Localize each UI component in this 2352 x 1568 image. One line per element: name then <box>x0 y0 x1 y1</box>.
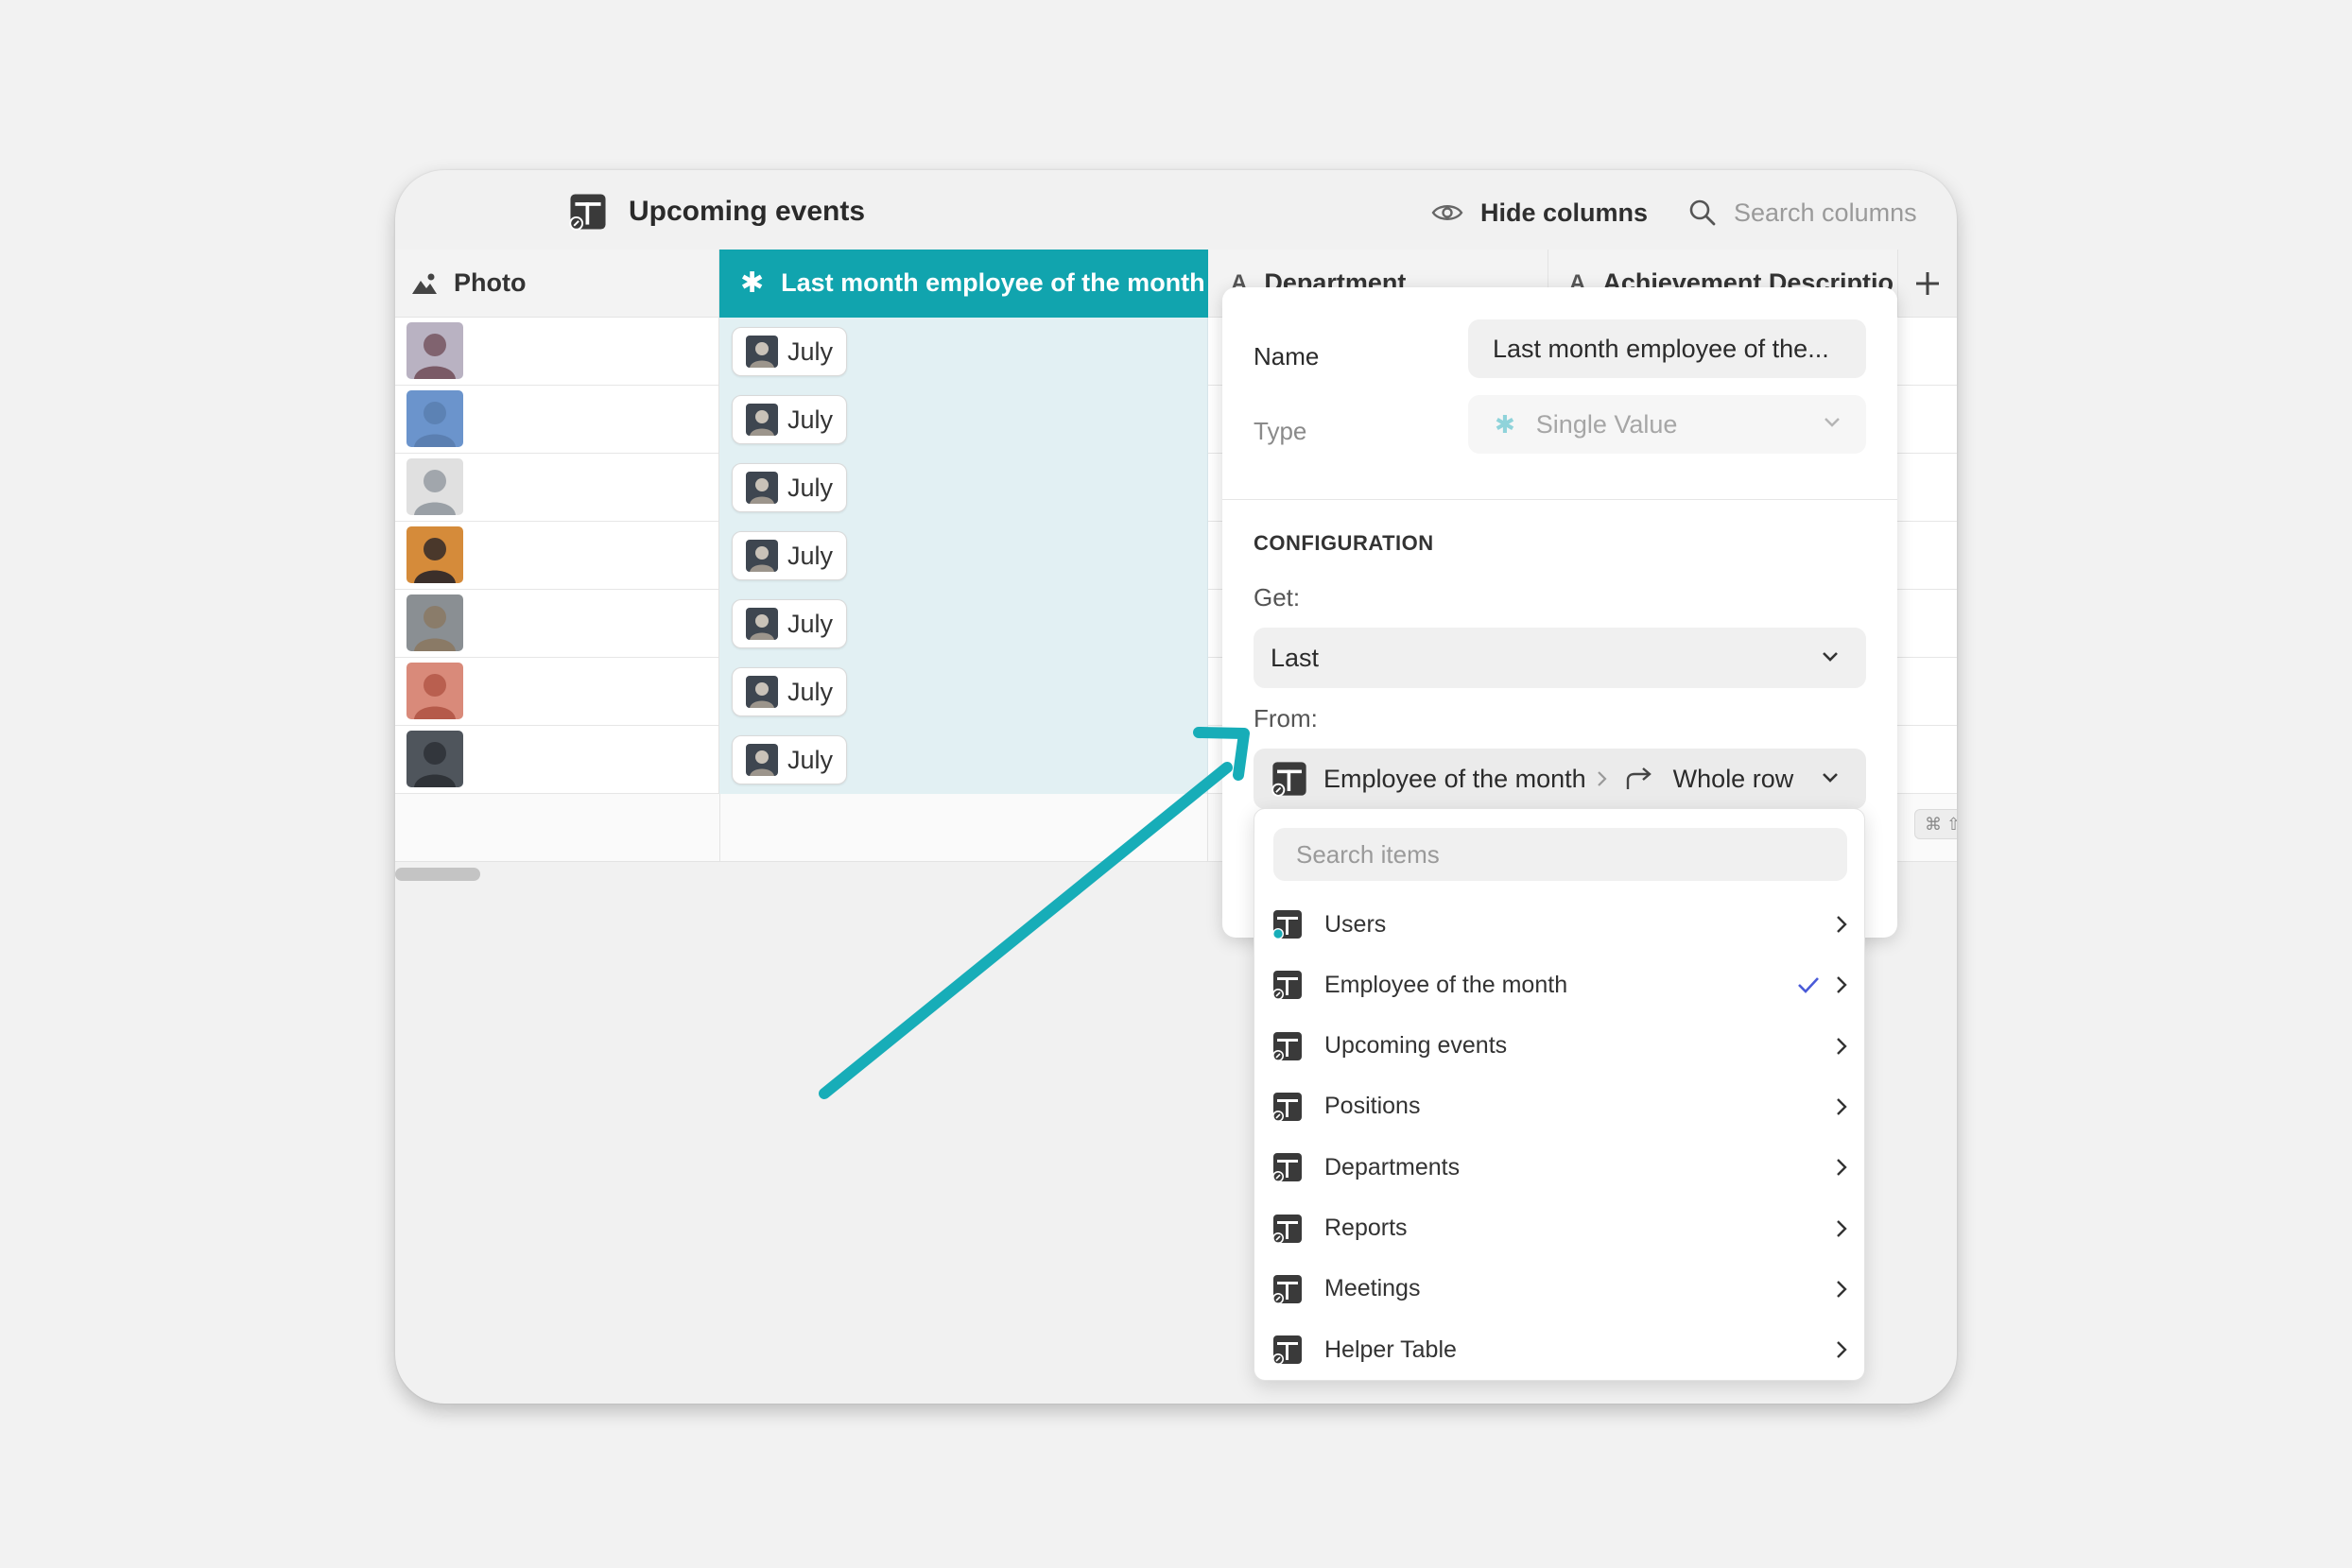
annotation-arrow <box>819 727 1250 1099</box>
app-window: Upcoming events Hide columns Search colu… <box>395 170 1957 1404</box>
